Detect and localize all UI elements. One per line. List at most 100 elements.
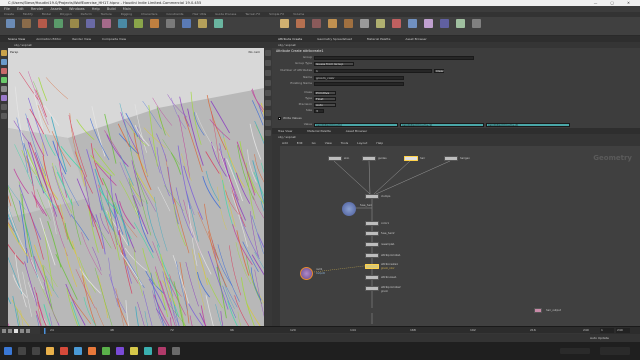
tool-icon[interactable] [424, 19, 433, 28]
search-icon[interactable] [18, 347, 26, 355]
name-field[interactable]: groom_color [314, 75, 404, 80]
tab-material-palette[interactable]: Material Palette [307, 129, 331, 133]
tool-icon[interactable] [456, 19, 465, 28]
auto-update-label[interactable]: Auto Update [590, 336, 609, 340]
timeline-bar[interactable]: 24 48 72 96 120 144 168 192 216 240 1 24… [0, 326, 640, 335]
menu-edit[interactable]: Edit [17, 7, 24, 11]
tool-icon[interactable] [54, 19, 63, 28]
value-field-r[interactable]: rand(@primnum) [314, 122, 398, 127]
tool-icon[interactable] [102, 19, 111, 28]
tool-icon[interactable] [360, 19, 369, 28]
view-tool-icon[interactable] [1, 104, 7, 110]
tab-material-palette[interactable]: Material Palette [367, 37, 391, 41]
node-attribcreate[interactable] [365, 264, 379, 269]
node-hairgen[interactable] [444, 156, 458, 161]
handle-tool-icon[interactable] [1, 86, 7, 92]
pose-tool-icon[interactable] [1, 95, 7, 101]
network-menu-help[interactable]: Help [376, 141, 383, 145]
frame-end-field[interactable]: 240 [616, 328, 630, 333]
view-label[interactable]: Persp [10, 50, 18, 54]
tab-composite-view[interactable]: Composite View [102, 37, 126, 41]
menu-render[interactable]: Render [31, 7, 43, 11]
num-attribs-field[interactable]: 1 [314, 68, 432, 73]
menu-windows[interactable]: Windows [69, 7, 85, 11]
display-option-icon[interactable] [265, 80, 271, 86]
shelf-tab[interactable]: Hair Utils [192, 12, 206, 16]
tab-render-view[interactable]: Render View [72, 37, 91, 41]
shelf-tab[interactable]: Deform [81, 12, 92, 16]
network-menu-tools[interactable]: Tools [341, 141, 348, 145]
tab-asset-browser[interactable]: Asset Browser [346, 129, 367, 133]
shelf-tab[interactable]: Characters [141, 12, 157, 16]
display-option-icon[interactable] [265, 50, 271, 56]
node-attribnoise[interactable] [365, 275, 379, 280]
network-menu-add[interactable]: Add [282, 141, 288, 145]
app-icon[interactable] [144, 347, 152, 355]
move-tool-icon[interactable] [1, 59, 7, 65]
display-option-icon[interactable] [265, 70, 271, 76]
tab-tree-view[interactable]: Tree View [278, 129, 292, 133]
network-menu-go[interactable]: Go [312, 141, 316, 145]
app-icon[interactable] [60, 347, 68, 355]
app-icon[interactable] [102, 347, 110, 355]
shelf-tab[interactable]: Rigging [121, 12, 132, 16]
network-editor[interactable]: Geometry skin guides hair hairgen clumps… [272, 146, 640, 326]
tool-icon[interactable] [440, 19, 449, 28]
select-tool-icon[interactable] [1, 50, 7, 56]
system-tray[interactable] [560, 348, 590, 354]
shelf-tab[interactable]: Polygon [60, 12, 72, 16]
shelf-tab[interactable]: Create [4, 12, 14, 16]
existing-name-field[interactable] [314, 81, 404, 86]
breadcrumb[interactable]: obj / sopnet [14, 43, 32, 47]
tab-scene-view[interactable]: Scene View [8, 37, 25, 41]
shelf-tab[interactable]: Volume [293, 12, 304, 16]
group-type-dropdown[interactable]: Guess from Group [314, 61, 354, 66]
tool-icon[interactable] [6, 19, 15, 28]
node-clumps[interactable] [365, 194, 379, 199]
shelf-tab[interactable]: Model [42, 12, 51, 16]
display-option-icon[interactable] [265, 60, 271, 66]
app-icon[interactable] [74, 347, 82, 355]
tab-parameters[interactable]: Attribute Create [278, 37, 302, 41]
tab-asset-browser[interactable]: Asset Browser [405, 37, 426, 41]
tool-icon[interactable] [344, 19, 353, 28]
value-field-g[interactable]: rand(@primnum+1) [400, 122, 484, 127]
menu-help[interactable]: Help [92, 7, 100, 11]
tab-animation-editor[interactable]: Animation Editor [36, 37, 61, 41]
network-menu-view[interactable]: View [325, 141, 332, 145]
display-option-icon[interactable] [265, 90, 271, 96]
task-view-icon[interactable] [32, 347, 40, 355]
type-dropdown[interactable]: Float [314, 96, 336, 101]
shelf-tab[interactable]: Guide Process [215, 12, 236, 16]
start-icon[interactable] [4, 347, 12, 355]
frame-start-field[interactable]: 1 [600, 328, 614, 333]
breadcrumb[interactable]: obj / sopnet [278, 43, 296, 47]
shelf-tab[interactable]: Terrain FX [245, 12, 260, 16]
tool-icon[interactable] [198, 19, 207, 28]
tool-icon[interactable] [182, 19, 191, 28]
node-skin[interactable] [328, 156, 342, 161]
group-field[interactable] [314, 55, 474, 60]
menu-assets[interactable]: Assets [50, 7, 61, 11]
tool-icon[interactable] [134, 19, 143, 28]
app-icon[interactable] [116, 347, 124, 355]
rotate-tool-icon[interactable] [1, 68, 7, 74]
node-null[interactable] [300, 267, 313, 280]
tab-geometry-spreadsheet[interactable]: Geometry Spreadsheet [317, 37, 352, 41]
shelf-tab[interactable]: Simple FX [269, 12, 284, 16]
node-guides[interactable] [362, 156, 376, 161]
scale-tool-icon[interactable] [1, 77, 7, 83]
tool-icon[interactable] [376, 19, 385, 28]
tool-icon[interactable] [328, 19, 337, 28]
node-fuse2[interactable] [365, 231, 379, 236]
write-values-checkbox[interactable] [278, 117, 281, 120]
node-hair[interactable] [404, 156, 418, 161]
tool-icon[interactable] [22, 19, 31, 28]
shelf-tab[interactable]: Texture [101, 12, 112, 16]
camera-label[interactable]: No cam [249, 50, 260, 54]
app-icon[interactable] [172, 347, 180, 355]
class-dropdown[interactable]: Primitive [314, 90, 336, 95]
tool-icon[interactable] [166, 19, 175, 28]
menu-main[interactable]: Main [123, 7, 131, 11]
tool-icon[interactable] [70, 19, 79, 28]
